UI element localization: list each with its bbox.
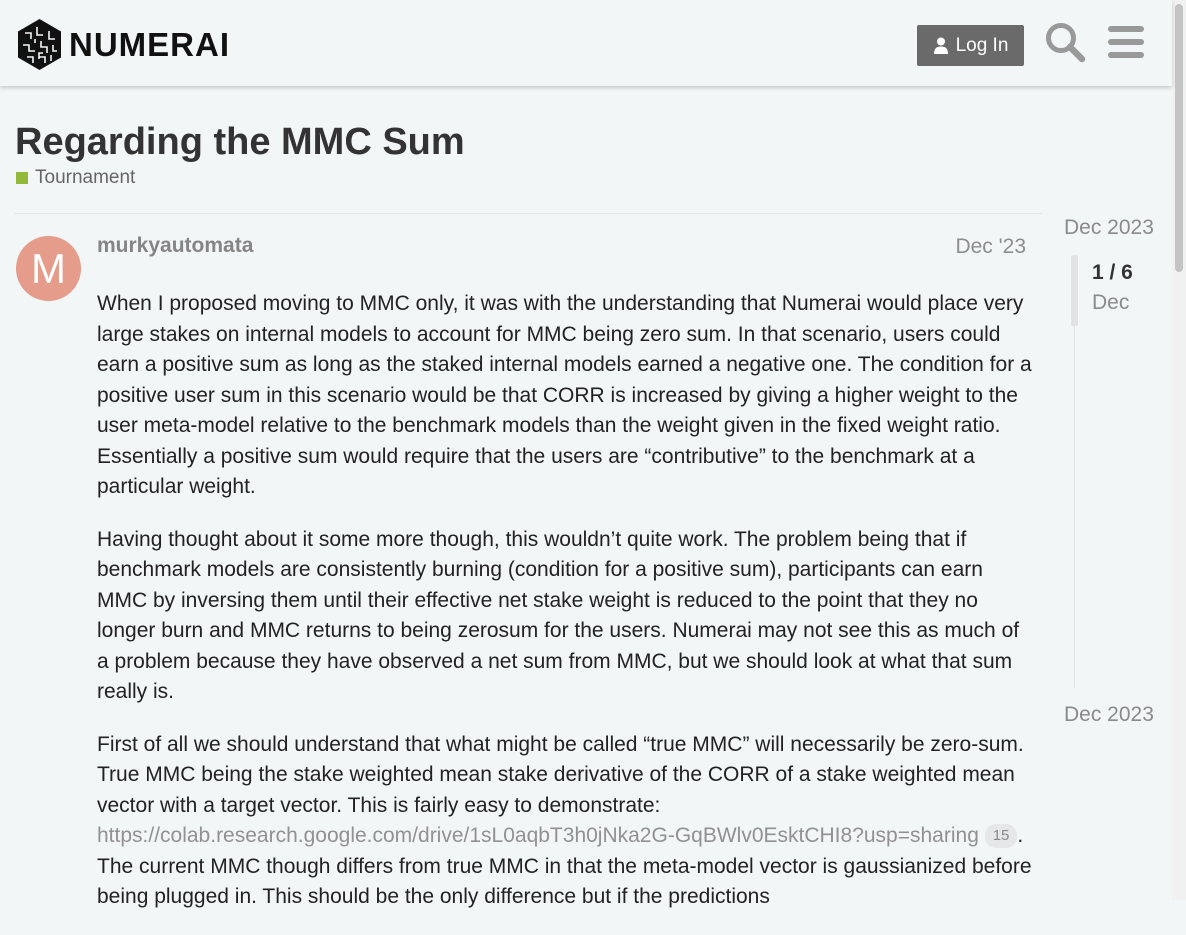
avatar[interactable]: M — [16, 236, 81, 301]
avatar-letter: M — [31, 244, 66, 292]
category-name: Tournament — [35, 167, 136, 188]
timeline-end-date[interactable]: Dec 2023 — [1064, 703, 1154, 727]
hamburger-menu-icon[interactable] — [1104, 20, 1148, 64]
logo-text: NUMERAI — [69, 26, 230, 63]
timeline-position: 1 / 6 — [1092, 261, 1133, 284]
site-header: NUMERAI Log In — [0, 0, 1172, 86]
post-username[interactable]: murkyautomata — [97, 234, 253, 258]
colab-link[interactable]: https://colab.research.google.com/drive/… — [97, 824, 979, 847]
numerai-logo[interactable]: NUMERAI — [16, 18, 230, 71]
user-icon — [933, 37, 948, 54]
post-body: When I proposed moving to MMC only, it w… — [97, 289, 1033, 935]
post-date[interactable]: Dec '23 — [940, 235, 1026, 259]
login-button-label: Log In — [955, 34, 1009, 56]
search-icon[interactable] — [1043, 20, 1087, 64]
post-paragraph: Having thought about it some more though… — [97, 527, 1020, 704]
topic-title[interactable]: Regarding the MMC Sum — [15, 120, 465, 164]
timeline-position-date: Dec — [1092, 291, 1130, 314]
post-paragraph: When I proposed moving to MMC only, it w… — [97, 292, 1032, 498]
numerai-logo-icon — [18, 19, 61, 70]
category-color-square — [16, 172, 28, 184]
page-scrollbar[interactable] — [1172, 0, 1186, 900]
scrollbar-thumb[interactable] — [1175, 4, 1183, 272]
topic-divider — [15, 213, 1042, 214]
login-button[interactable]: Log In — [917, 25, 1024, 66]
link-click-count: 15 — [984, 824, 1018, 849]
post-paragraph: First of all we should understand that w… — [97, 730, 1033, 913]
timeline-handle[interactable] — [1071, 255, 1078, 326]
category-badge[interactable]: Tournament — [16, 167, 135, 189]
paragraph-text: First of all we should understand that w… — [97, 732, 1024, 817]
timeline-start-date[interactable]: Dec 2023 — [1064, 216, 1154, 240]
topic-timeline: Dec 2023 1 / 6 Dec Dec 2023 — [1055, 0, 1172, 900]
